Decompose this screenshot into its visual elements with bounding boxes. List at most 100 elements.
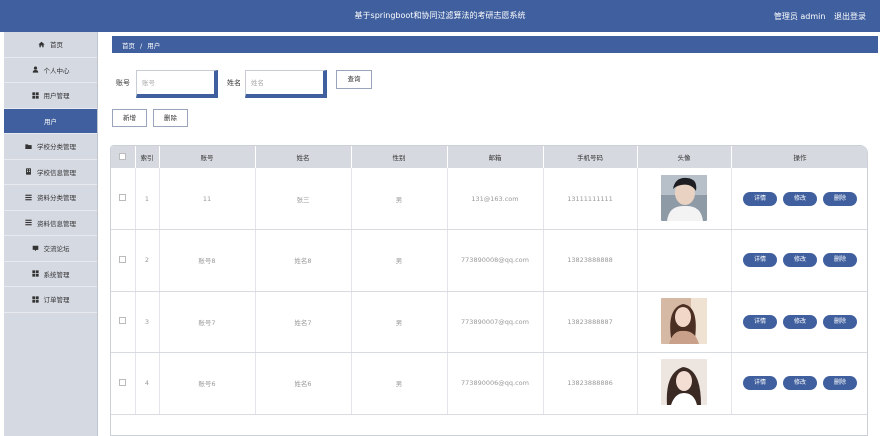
- sidebar-item-6[interactable]: 资料分类管理: [4, 185, 97, 211]
- account-input[interactable]: 账号: [136, 70, 218, 98]
- cell-account: 账号8: [159, 229, 256, 292]
- row-checkbox[interactable]: [119, 378, 127, 386]
- sidebar-item-label: 用户管理: [43, 92, 70, 101]
- cell-avatar: [637, 168, 732, 230]
- column-header-6: 手机号码: [543, 146, 638, 168]
- avatar: [661, 174, 707, 221]
- query-button[interactable]: 查询: [336, 70, 372, 89]
- cell-name: 姓名7: [255, 291, 352, 353]
- add-button[interactable]: 新增: [112, 109, 147, 127]
- main-content: 首页 / 用户 账号 账号 姓名 姓名 查询 新增 删除 索引 账号 姓名 性别 邮箱 手机号…: [98, 32, 880, 436]
- sidebar-item-5[interactable]: 学校信息管理: [4, 160, 97, 185]
- row-checkbox-cell: [111, 229, 136, 292]
- cell-actions: 详情 修改 删除: [731, 352, 867, 415]
- row-checkbox[interactable]: [119, 194, 127, 201]
- column-header-3: 姓名: [255, 146, 352, 168]
- table-row: 4 账号6 姓名6 男 773890006@qq.com 13823888886 详情 修改删…: [111, 352, 867, 415]
- cell-gender: 男: [351, 291, 448, 353]
- search-bar: 账号 账号 姓名 姓名 查询: [114, 70, 414, 98]
- detail-button[interactable]: 详情: [743, 376, 777, 391]
- cell-phone: 13823888886: [543, 352, 638, 415]
- detail-button[interactable]: 详情: [743, 314, 777, 329]
- delete-button[interactable]: 删除: [823, 253, 857, 268]
- grid-icon: [31, 92, 39, 99]
- sidebar-item-9[interactable]: 系统管理: [4, 262, 97, 287]
- edit-button[interactable]: 修改: [783, 191, 817, 206]
- cell-gender: 男: [351, 229, 448, 292]
- column-header-8: 操作: [731, 146, 867, 168]
- cell-actions: 详情 修改 删除: [731, 229, 867, 292]
- cell-avatar: [637, 229, 732, 292]
- detail-button[interactable]: 详情: [743, 253, 777, 268]
- breadcrumb: 首页 / 用户: [112, 36, 878, 53]
- column-header-1: 索引: [135, 146, 160, 168]
- sidebar-item-4[interactable]: 学校分类管理: [4, 134, 97, 160]
- column-header-2: 账号: [159, 146, 256, 168]
- table-row: 2 账号8 姓名8 男 773890008@qq.com 13823888888 详情 修改删…: [111, 229, 867, 292]
- cell-account: 账号6: [159, 352, 256, 415]
- sidebar-item-7[interactable]: 资料信息管理: [4, 211, 97, 236]
- user-area: 管理员 admin 退出登录: [768, 11, 866, 22]
- row-checkbox[interactable]: [119, 255, 127, 263]
- column-header-7: 头像: [637, 146, 732, 168]
- building-icon: [25, 168, 32, 175]
- cell-phone: 13823888888: [543, 229, 638, 292]
- cell-avatar: [637, 352, 732, 415]
- cell-gender: 男: [351, 168, 448, 230]
- breadcrumb-current: 用户: [147, 42, 161, 50]
- cell-gender: 男: [351, 352, 448, 415]
- sidebar-item-8[interactable]: 交流论坛: [4, 236, 97, 262]
- sidebar-item-label: 交流论坛: [43, 245, 70, 254]
- folder-icon: [25, 143, 32, 150]
- batch-delete-button[interactable]: 删除: [153, 109, 188, 127]
- sidebar-item-label: 系统管理: [43, 270, 70, 279]
- edit-button[interactable]: 修改: [783, 253, 817, 268]
- delete-button[interactable]: 删除: [823, 314, 857, 329]
- home-icon: [38, 41, 45, 48]
- logout-link[interactable]: 退出登录: [834, 12, 866, 21]
- sidebar-item-label: 资料分类管理: [37, 194, 76, 203]
- column-header-0: [111, 146, 136, 168]
- sidebar-item-10[interactable]: 订单管理: [4, 287, 97, 313]
- cell-account: 账号7: [159, 291, 256, 353]
- top-bar: 基于springboot和协同过滤算法的考研志愿系统 管理员 admin 退出登…: [0, 0, 880, 32]
- cell-actions: 详情 修改 删除: [731, 291, 867, 353]
- select-all-checkbox[interactable]: [119, 152, 127, 160]
- account-label: 账号: [116, 79, 130, 87]
- sidebar-item-2[interactable]: 用户管理: [4, 83, 97, 109]
- edit-button[interactable]: 修改: [783, 314, 817, 329]
- edit-button[interactable]: 修改: [783, 376, 817, 391]
- grid-icon: [31, 296, 39, 303]
- detail-button[interactable]: 详情: [743, 191, 777, 206]
- breadcrumb-home[interactable]: 首页: [122, 42, 135, 50]
- name-label: 姓名: [227, 79, 241, 87]
- delete-button[interactable]: 删除: [823, 376, 857, 391]
- name-input[interactable]: 姓名: [245, 70, 327, 98]
- row-checkbox-cell: [111, 291, 136, 353]
- cell-phone: 13111111111: [543, 168, 638, 230]
- delete-button[interactable]: 删除: [823, 191, 857, 206]
- column-header-5: 邮箱: [447, 146, 544, 168]
- cell-index: 4: [135, 352, 160, 415]
- cell-name: 张三: [255, 168, 352, 230]
- sidebar-item-label: 个人中心: [43, 66, 70, 75]
- list-icon: [25, 194, 32, 201]
- sidebar-item-0[interactable]: 首页: [4, 32, 97, 58]
- sidebar-item-3[interactable]: 用户: [4, 108, 97, 134]
- breadcrumb-separator: /: [140, 42, 143, 50]
- cell-email: 773890007@qq.com: [447, 291, 544, 353]
- cell-index: 1: [135, 168, 160, 230]
- sidebar-item-label: 首页: [50, 41, 63, 50]
- row-checkbox[interactable]: [119, 317, 127, 325]
- sidebar-item-1[interactable]: 个人中心: [4, 58, 97, 83]
- sidebar-item-label: 学校分类管理: [37, 143, 76, 152]
- cell-account: 11: [159, 168, 256, 230]
- column-header-4: 性别: [351, 146, 448, 168]
- cell-email: 773890006@qq.com: [447, 352, 544, 415]
- app-title: 基于springboot和协同过滤算法的考研志愿系统: [354, 11, 526, 20]
- table-row: 3 账号7 姓名7 男 773890007@qq.com 13823888887 详情 修改删…: [111, 291, 867, 353]
- table-row: 1 11 张三男 131@163.com 13111111111 详情 修改 删除: [111, 168, 867, 230]
- avatar: [661, 359, 707, 406]
- list-icon: [25, 219, 32, 226]
- cell-index: 3: [135, 291, 160, 353]
